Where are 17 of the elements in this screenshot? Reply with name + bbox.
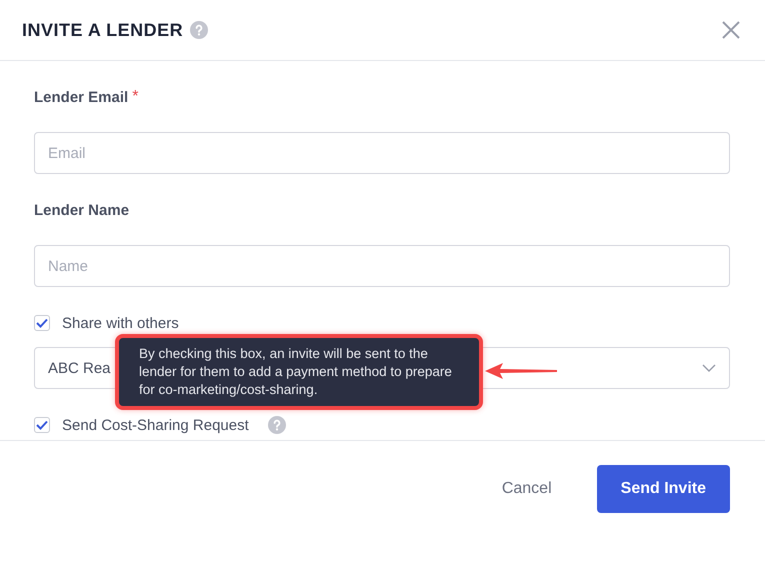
checkbox[interactable] — [34, 417, 50, 433]
checkbox-label: Send Cost-Sharing Request — [62, 416, 249, 434]
help-icon[interactable] — [268, 416, 286, 434]
checkbox-label: Share with others — [62, 314, 179, 332]
send-invite-button[interactable]: Send Invite — [596, 465, 730, 513]
field-label: Lender Email — [34, 88, 128, 106]
field-label: Lender Name — [34, 202, 130, 218]
cancel-button[interactable]: Cancel — [502, 465, 552, 513]
checkbox[interactable] — [34, 315, 50, 331]
arrow-icon — [485, 362, 559, 380]
tooltip: By checking this box, an invite will be sent to the lender for them to add a payment method to prepare for co-marketing/cost-sharing. — [115, 334, 483, 410]
input-field[interactable]: Email — [34, 132, 730, 174]
required-mark: * — [132, 88, 138, 106]
input-field[interactable]: Name — [34, 245, 730, 287]
help-icon[interactable] — [190, 21, 208, 39]
chevron-icon — [702, 364, 716, 372]
dialog-title: INVITE A LENDER — [22, 20, 184, 40]
